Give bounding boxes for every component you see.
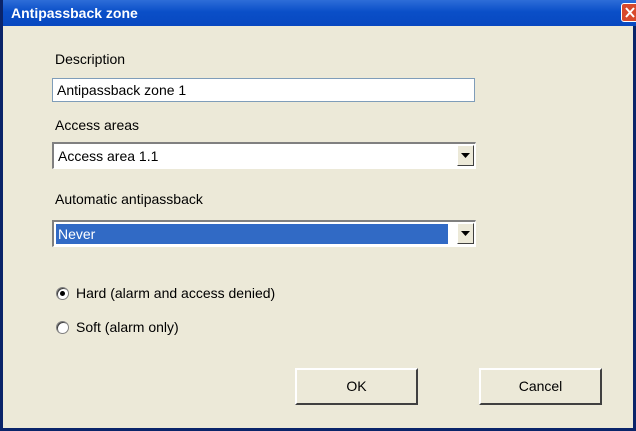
radio-button-checked[interactable] xyxy=(56,287,69,300)
close-icon xyxy=(625,7,635,18)
dialog-window: Antipassback zone Description Antipassba… xyxy=(0,0,636,431)
cancel-button[interactable]: Cancel xyxy=(479,368,602,405)
description-input[interactable]: Antipassback zone 1 xyxy=(52,78,475,102)
hard-mode-label: Hard (alarm and access denied) xyxy=(76,285,276,301)
automatic-antipassback-label: Automatic antipassback xyxy=(55,191,203,207)
automatic-antipassback-select[interactable]: Never xyxy=(52,220,476,247)
title-bar[interactable]: Antipassback zone xyxy=(3,0,636,26)
chevron-down-icon xyxy=(461,231,470,236)
close-button[interactable] xyxy=(621,3,636,22)
automatic-antipassback-value: Never xyxy=(56,224,448,244)
radio-button-unchecked[interactable] xyxy=(56,321,69,334)
access-areas-select[interactable]: Access area 1.1 xyxy=(52,142,476,169)
access-areas-value: Access area 1.1 xyxy=(58,148,159,164)
ok-button[interactable]: OK xyxy=(295,368,418,405)
window-title: Antipassback zone xyxy=(11,5,138,21)
access-areas-label: Access areas xyxy=(55,117,140,133)
automatic-antipassback-dropdown-button[interactable] xyxy=(457,223,474,244)
description-label: Description xyxy=(55,51,126,67)
soft-mode-label: Soft (alarm only) xyxy=(76,319,179,335)
chevron-down-icon xyxy=(461,153,470,158)
access-areas-dropdown-button[interactable] xyxy=(457,145,474,166)
radio-dot xyxy=(60,291,65,296)
